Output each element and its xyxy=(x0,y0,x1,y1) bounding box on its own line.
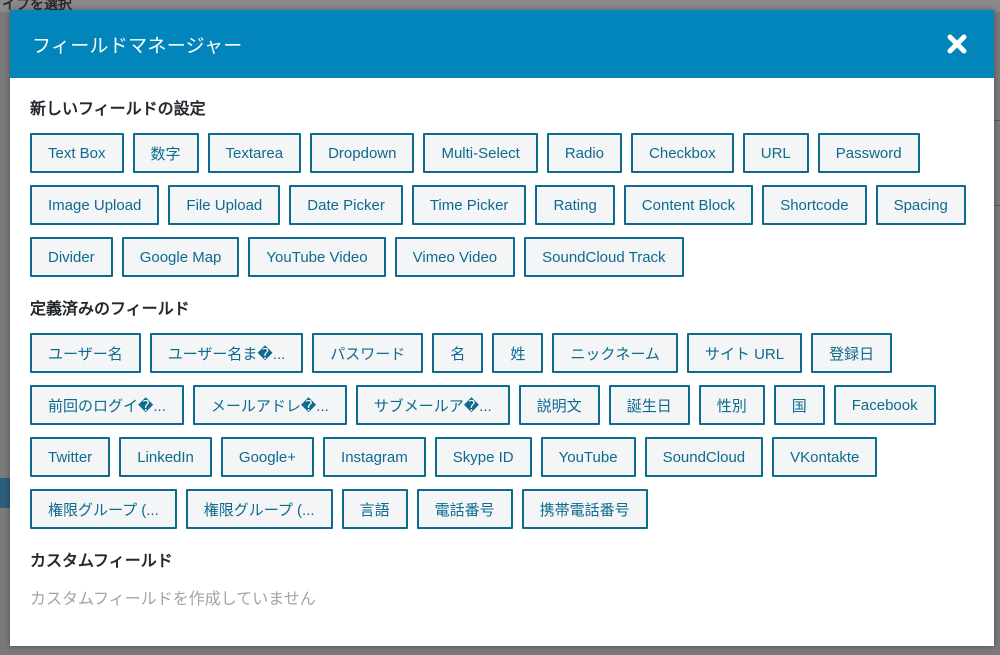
predefined-fields-grid: ユーザー名 ユーザー名ま�... パスワード名姓ニックネーム サイト URL 登録日前回… xyxy=(30,333,974,529)
close-icon[interactable] xyxy=(942,29,972,59)
new-fields-button[interactable]: Checkbox xyxy=(631,133,734,173)
new-fields-button[interactable]: Rating xyxy=(535,185,615,225)
new-fields-button[interactable]: URL xyxy=(742,133,809,173)
predefined-fields-button[interactable]: サブメールア�... xyxy=(355,385,510,425)
new-fields-button[interactable]: Image Upload xyxy=(30,185,160,225)
predefined-fields-button[interactable]: 前回のログイ�... xyxy=(30,385,184,425)
predefined-fields-button[interactable]: 携帯電話番号 xyxy=(521,489,648,529)
predefined-fields-button[interactable]: パスワード xyxy=(312,333,424,373)
custom-fields-empty-message: カスタムフィールドを作成していません xyxy=(30,589,316,608)
new-fields-grid: Text Box 数字 Textarea Dropdown Multi-Select Ra… xyxy=(30,133,974,277)
new-fields-button[interactable]: Divider xyxy=(30,237,113,277)
modal-title: フィールドマネージャー xyxy=(32,34,243,57)
new-fields-button[interactable]: File Upload xyxy=(168,185,281,225)
predefined-fields-button[interactable]: 登録日 xyxy=(811,333,893,373)
background-divider xyxy=(994,205,1000,206)
new-fields-button[interactable]: Multi-Select xyxy=(423,133,538,173)
new-fields-button[interactable]: Google Map xyxy=(121,237,240,277)
predefined-fields-button[interactable]: VKontakte xyxy=(772,437,878,477)
predefined-fields-button[interactable]: 言語 xyxy=(341,489,408,529)
modal-header: フィールドマネージャー xyxy=(10,10,994,78)
new-fields-button[interactable]: Password xyxy=(817,133,920,173)
predefined-fields-button[interactable]: メールアドレ�... xyxy=(192,385,347,425)
new-fields-button[interactable]: Date Picker xyxy=(289,185,403,225)
section-title-predefined-fields: 定義済みのフィールド xyxy=(30,299,190,318)
predefined-fields-button[interactable]: ニックネーム xyxy=(552,333,678,373)
background-accent xyxy=(0,478,10,508)
field-manager-modal: フィールドマネージャー 新しいフィールドの設定 Text Box 数字 Textar… xyxy=(10,10,994,646)
predefined-fields-button[interactable]: 説明文 xyxy=(518,385,600,425)
predefined-fields-button[interactable]: YouTube xyxy=(540,437,636,477)
predefined-fields-button[interactable]: ユーザー名ま�... xyxy=(149,333,304,373)
predefined-fields-button[interactable]: SoundCloud xyxy=(644,437,764,477)
predefined-fields-button[interactable]: Twitter xyxy=(30,437,111,477)
predefined-fields-button[interactable]: 性別 xyxy=(698,385,765,425)
predefined-fields-button[interactable]: 国 xyxy=(773,385,825,425)
new-fields-button[interactable]: Shortcode xyxy=(762,185,867,225)
new-fields-button[interactable]: Text Box xyxy=(30,133,124,173)
new-fields-button[interactable]: Textarea xyxy=(207,133,302,173)
new-fields-button[interactable]: Vimeo Video xyxy=(394,237,516,277)
new-fields-button[interactable]: Time Picker xyxy=(411,185,527,225)
new-fields-button[interactable]: Spacing xyxy=(875,185,966,225)
section-title-new-fields: 新しいフィールドの設定 xyxy=(30,99,206,118)
predefined-fields-button[interactable]: サイト URL xyxy=(686,333,803,373)
predefined-fields-button[interactable]: Skype ID xyxy=(434,437,532,477)
new-fields-button[interactable]: SoundCloud Track xyxy=(524,237,684,277)
predefined-fields-button[interactable]: 姓 xyxy=(492,333,544,373)
predefined-fields-button[interactable]: 誕生日 xyxy=(608,385,690,425)
predefined-fields-button[interactable]: 電話番号 xyxy=(416,489,513,529)
predefined-fields-button[interactable]: ユーザー名 xyxy=(30,333,141,373)
background-divider xyxy=(994,120,1000,121)
predefined-fields-button[interactable]: 名 xyxy=(432,333,484,373)
modal-body: 新しいフィールドの設定 Text Box 数字 Textarea Dropdown Mu… xyxy=(10,78,994,609)
predefined-fields-button[interactable]: Google+ xyxy=(220,437,315,477)
predefined-fields-button[interactable]: 権限グループ (... xyxy=(30,489,177,529)
predefined-fields-button[interactable]: Facebook xyxy=(833,385,936,425)
new-fields-button[interactable]: Content Block xyxy=(623,185,754,225)
predefined-fields-button[interactable]: 権限グループ (... xyxy=(185,489,333,529)
new-fields-button[interactable]: Dropdown xyxy=(310,133,415,173)
section-title-custom-fields: カスタムフィールド xyxy=(30,551,173,570)
predefined-fields-button[interactable]: Instagram xyxy=(323,437,426,477)
new-fields-button[interactable]: 数字 xyxy=(132,133,199,173)
new-fields-button[interactable]: YouTube Video xyxy=(248,237,386,277)
new-fields-button[interactable]: Radio xyxy=(546,133,623,173)
predefined-fields-button[interactable]: LinkedIn xyxy=(119,437,212,477)
